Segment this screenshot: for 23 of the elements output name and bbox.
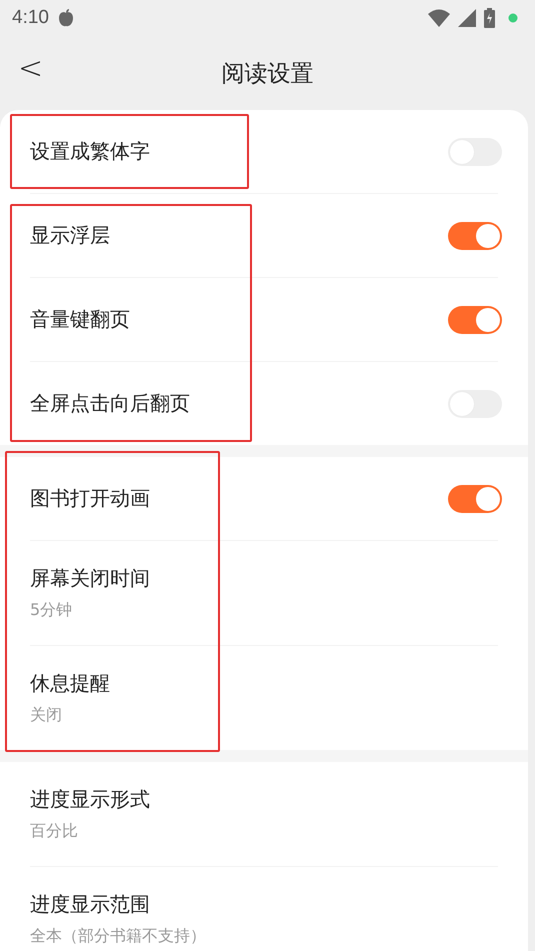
setting-label: 休息提醒 [30, 670, 111, 697]
setting-value: 关闭 [30, 705, 63, 726]
setting-value: 全本（部分书籍不支持） [30, 926, 207, 947]
back-button[interactable]: < [14, 54, 48, 84]
setting-label: 进度显示形式 [30, 786, 151, 813]
setting-label: 进度显示范围 [30, 891, 151, 918]
setting-label: 设置成繁体字 [30, 138, 151, 165]
toggle-switch[interactable] [448, 306, 502, 334]
setting-label: 全屏点击向后翻页 [30, 390, 191, 417]
apple-icon [56, 8, 75, 28]
signal-icon [458, 9, 476, 27]
status-time: 4:10 [12, 7, 49, 29]
battery-icon [484, 8, 495, 28]
setting-label: 图书打开动画 [30, 485, 151, 512]
toggle-switch[interactable] [448, 222, 502, 250]
toggle-switch[interactable] [448, 484, 502, 512]
setting-label: 显示浮层 [30, 222, 111, 249]
page-title: 阅读设置 [222, 60, 314, 88]
setting-label: 屏幕关闭时间 [30, 565, 151, 592]
setting-label: 音量键翻页 [30, 306, 131, 333]
setting-value: 5分钟 [30, 600, 74, 621]
setting-value: 百分比 [30, 821, 79, 842]
wifi-icon [428, 9, 450, 27]
